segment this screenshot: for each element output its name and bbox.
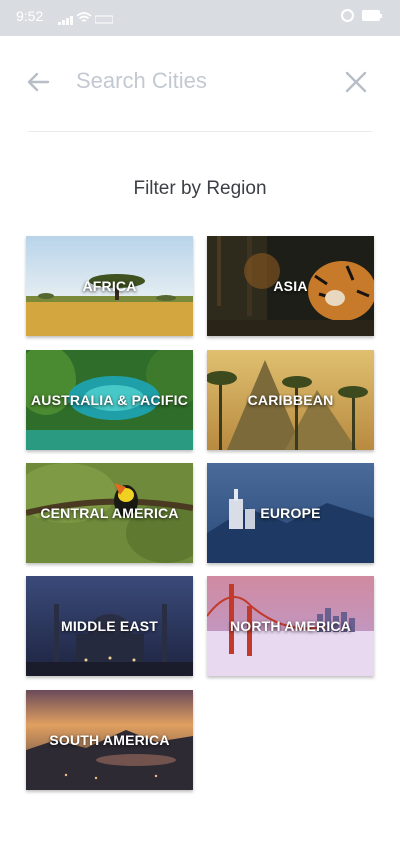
region-tile-south-america[interactable]: SOUTH AMERICA [26, 690, 193, 790]
region-tile-central-america[interactable]: CENTRAL AMERICA [26, 463, 193, 563]
data-speed-icon [94, 11, 114, 29]
header-divider [28, 131, 372, 132]
region-tile-australia-pacific[interactable]: AUSTRALIA & PACIFIC [26, 350, 193, 450]
region-label: AUSTRALIA & PACIFIC [30, 392, 188, 408]
search-bar [0, 52, 400, 112]
region-tile-caribbean[interactable]: CARIBBEAN [207, 350, 374, 450]
back-button[interactable] [22, 66, 54, 98]
region-label: SOUTH AMERICA [49, 732, 170, 748]
region-label: NORTH AMERICA [229, 618, 352, 634]
clear-search-button[interactable] [340, 66, 372, 98]
region-tile-middle-east[interactable]: MIDDLE EAST [26, 576, 193, 676]
region-label: EUROPE [260, 505, 321, 521]
signal-icon [58, 15, 73, 25]
region-label: CENTRAL AMERICA [40, 505, 179, 521]
region-label: AFRICA [82, 278, 137, 294]
region-tile-europe[interactable]: EUROPE [207, 463, 374, 563]
alarm-icon [341, 9, 354, 22]
search-input[interactable] [76, 64, 316, 98]
battery-icon [362, 10, 382, 21]
region-label: MIDDLE EAST [60, 618, 159, 634]
region-label: CARIBBEAN [247, 392, 334, 408]
region-label: ASIA [273, 278, 308, 294]
status-right-icons [341, 9, 382, 22]
region-tile-asia[interactable]: ASIA [207, 236, 374, 336]
region-tile-north-america[interactable]: NORTH AMERICA [207, 576, 374, 676]
arrow-left-icon [27, 72, 50, 92]
wifi-icon [76, 11, 92, 29]
region-tile-africa[interactable]: AFRICA [26, 236, 193, 336]
close-icon [345, 71, 367, 93]
filter-title: Filter by Region [133, 178, 267, 199]
status-left-icons [58, 11, 114, 29]
status-bar: 9:52 [0, 0, 400, 36]
status-time: 9:52 [16, 8, 44, 24]
